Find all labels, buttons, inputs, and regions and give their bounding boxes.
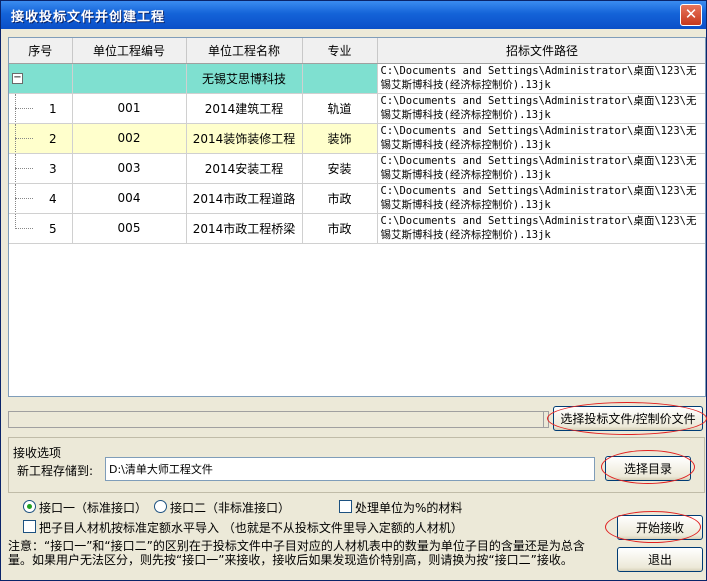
- cell-seq: 3: [49, 161, 57, 176]
- table-row-selected[interactable]: 2 002 2014装饰装修工程 装饰 C:\Documents and Set…: [9, 123, 705, 154]
- checkbox-standard-quota-label[interactable]: 把子目人材机按标准定额水平导入 （也就是不从投标文件里导入定额的人材机）: [39, 519, 463, 536]
- header-seq[interactable]: 序号: [9, 38, 73, 64]
- cell-code: 004: [72, 183, 187, 214]
- project-grid: 序号 单位工程编号 单位工程名称 专业 招标文件路径 − 无锡艾思博科技 C:\…: [8, 37, 706, 397]
- tree-cell[interactable]: −: [9, 63, 73, 94]
- cell-major: 市政: [302, 183, 378, 214]
- table-header-row: 序号 单位工程编号 单位工程名称 专业 招标文件路径: [9, 38, 705, 64]
- cell-code: 003: [72, 153, 187, 184]
- cell-seq: 2: [49, 131, 57, 146]
- cell-major: 安装: [302, 153, 378, 184]
- cell-path: C:\Documents and Settings\Administrator\…: [377, 93, 705, 124]
- close-button[interactable]: ✕: [680, 4, 702, 26]
- cell-name: 2014市政工程道路: [186, 183, 303, 214]
- cell-major: 轨道: [302, 93, 378, 124]
- table-row[interactable]: 3 003 2014安装工程 安装 C:\Documents and Setti…: [9, 153, 705, 184]
- path-bar-end: [544, 411, 549, 428]
- cell-major: 装饰: [302, 123, 378, 154]
- cell-path: C:\Documents and Settings\Administrator\…: [377, 183, 705, 214]
- cell-path: C:\Documents and Settings\Administrator\…: [377, 213, 705, 244]
- cell-path: C:\Documents and Settings\Administrator\…: [377, 153, 705, 184]
- select-bid-file-button[interactable]: 选择投标文件/控制价文件: [553, 406, 703, 431]
- header-code[interactable]: 单位工程编号: [72, 38, 187, 64]
- project-table: 序号 单位工程编号 单位工程名称 专业 招标文件路径 − 无锡艾思博科技 C:\…: [9, 38, 705, 244]
- cell-seq: 4: [49, 191, 57, 206]
- cell-name: 2014市政工程桥梁: [186, 213, 303, 244]
- radio-interface-two-label[interactable]: 接口二（非标准接口）: [170, 499, 290, 516]
- cell-path: C:\Documents and Settings\Administrator\…: [377, 63, 705, 94]
- options-legend: 接收选项: [11, 444, 64, 461]
- header-major[interactable]: 专业: [302, 38, 378, 64]
- cell-seq: 5: [49, 221, 57, 236]
- cell-name: 2014安装工程: [186, 153, 303, 184]
- cell-seq: 1: [49, 101, 57, 116]
- cell-code: 001: [72, 93, 187, 124]
- notice-text: 注意：“接口一”和“接口二”的区别在于投标文件中子目对应的人材机表中的数量为单位…: [8, 539, 585, 567]
- tree-cell: 5: [9, 213, 73, 244]
- radio-interface-one-label[interactable]: 接口一（标准接口）: [39, 499, 147, 516]
- checkbox-percent-unit[interactable]: [339, 500, 352, 513]
- radio-interface-two[interactable]: [154, 500, 167, 513]
- tree-cell: 4: [9, 183, 73, 214]
- cell-code: 002: [72, 123, 187, 154]
- cell-major: 市政: [302, 213, 378, 244]
- cell-code: 005: [72, 213, 187, 244]
- tree-cell: 2: [9, 123, 73, 154]
- window-title: 接收投标文件并创建工程: [11, 10, 166, 25]
- exit-button[interactable]: 退出: [617, 547, 703, 572]
- cell-code: [72, 63, 187, 94]
- table-row[interactable]: 4 004 2014市政工程道路 市政 C:\Documents and Set…: [9, 183, 705, 214]
- table-row-group[interactable]: − 无锡艾思博科技 C:\Documents and Settings\Admi…: [9, 63, 705, 94]
- select-directory-button[interactable]: 选择目录: [605, 456, 691, 481]
- cell-path: C:\Documents and Settings\Administrator\…: [377, 123, 705, 154]
- store-label: 新工程存储到:: [17, 464, 94, 478]
- title-bar: 接收投标文件并创建工程 ✕: [1, 1, 706, 29]
- tree-cell: 3: [9, 153, 73, 184]
- store-path-input[interactable]: [105, 457, 595, 481]
- table-row[interactable]: 1 001 2014建筑工程 轨道 C:\Documents and Setti…: [9, 93, 705, 124]
- cell-name: 无锡艾思博科技: [186, 63, 303, 94]
- import-dialog: 接收投标文件并创建工程 ✕ 序号 单位工程编号 单位工程名称 专业 招标文件路径…: [0, 0, 707, 581]
- checkbox-standard-quota[interactable]: [23, 520, 36, 533]
- header-name[interactable]: 单位工程名称: [186, 38, 303, 64]
- start-receive-button[interactable]: 开始接收: [617, 515, 703, 540]
- tree-cell: 1: [9, 93, 73, 124]
- radio-interface-one[interactable]: [23, 500, 36, 513]
- cell-name: 2014装饰装修工程: [186, 123, 303, 154]
- table-row[interactable]: 5 005 2014市政工程桥梁 市政 C:\Documents and Set…: [9, 213, 705, 244]
- header-path[interactable]: 招标文件路径: [377, 38, 705, 64]
- checkbox-percent-unit-label[interactable]: 处理单位为%的材料: [355, 499, 462, 516]
- selected-file-path: [8, 411, 544, 428]
- collapse-icon[interactable]: −: [12, 72, 23, 84]
- cell-name: 2014建筑工程: [186, 93, 303, 124]
- cell-major: [302, 63, 378, 94]
